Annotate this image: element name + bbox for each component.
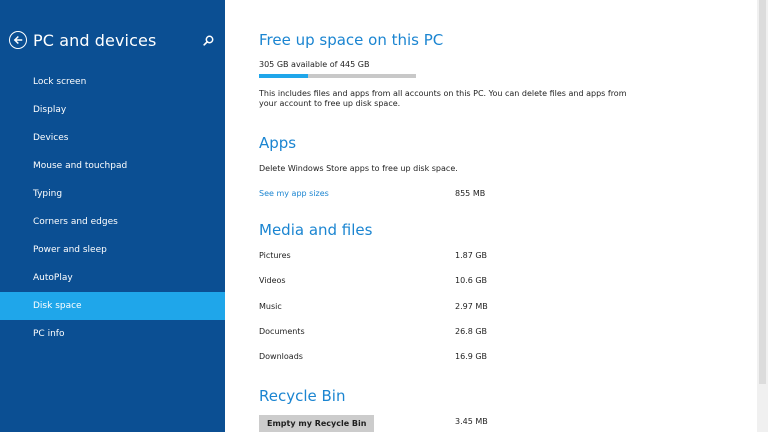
empty-recycle-bin-button[interactable]: Empty my Recycle Bin — [259, 415, 375, 432]
search-button[interactable] — [201, 33, 215, 47]
media-row-pictures-size: 1.87 GB — [455, 251, 488, 260]
search-icon — [202, 35, 213, 46]
storage-progress-fill — [259, 74, 309, 78]
sidebar-item-power-and-sleep[interactable]: Power and sleep — [0, 236, 225, 264]
sidebar-title: PC and devices — [33, 30, 157, 50]
sidebar-header: PC and devices — [9, 27, 215, 53]
free-space-title: Free up space on this PC — [259, 31, 444, 49]
apps-size: 855 MB — [455, 189, 486, 198]
sidebar-item-display[interactable]: Display — [0, 96, 225, 124]
settings-window: PC and devices Lock screen Display Devic… — [0, 0, 768, 432]
recycle-bin-size: 3.45 MB — [455, 417, 488, 426]
sidebar-item-devices[interactable]: Devices — [0, 124, 225, 152]
sidebar-item-mouse-and-touchpad[interactable]: Mouse and touchpad — [0, 152, 225, 180]
media-row-downloads-size: 16.9 GB — [455, 352, 488, 361]
storage-progress-bar — [259, 74, 416, 78]
sidebar-nav: Lock screen Display Devices Mouse and to… — [0, 68, 225, 348]
sidebar: PC and devices Lock screen Display Devic… — [0, 0, 225, 432]
back-button[interactable] — [9, 31, 27, 49]
free-space-description-line1: This includes files and apps from all ac… — [259, 89, 627, 98]
sidebar-item-typing[interactable]: Typing — [0, 180, 225, 208]
storage-text: 305 GB available of 445 GB — [259, 60, 370, 69]
free-space-description-line2: your account to free up disk space. — [259, 99, 401, 108]
scrollbar-thumb[interactable] — [759, 0, 766, 384]
sidebar-item-corners-and-edges[interactable]: Corners and edges — [0, 208, 225, 236]
apps-description: Delete Windows Store apps to free up dis… — [259, 164, 458, 173]
apps-title: Apps — [259, 134, 297, 152]
media-row-videos-label: Videos — [259, 276, 286, 285]
vertical-scrollbar[interactable] — [757, 0, 768, 432]
media-row-documents-label: Documents — [259, 327, 305, 336]
media-row-music-size: 2.97 MB — [455, 302, 488, 311]
sidebar-item-lock-screen[interactable]: Lock screen — [0, 68, 225, 96]
media-row-music-label: Music — [259, 302, 282, 311]
sidebar-item-disk-space[interactable]: Disk space — [0, 292, 225, 320]
see-my-app-sizes-link[interactable]: See my app sizes — [259, 189, 329, 198]
media-row-pictures-label: Pictures — [259, 251, 291, 260]
media-files-title: Media and files — [259, 221, 373, 239]
media-row-videos-size: 10.6 GB — [455, 276, 488, 285]
sidebar-item-pc-info[interactable]: PC info — [0, 320, 225, 348]
main-content: Free up space on this PC 305 GB availabl… — [225, 0, 768, 432]
sidebar-item-autoplay[interactable]: AutoPlay — [0, 264, 225, 292]
recycle-bin-title: Recycle Bin — [259, 387, 346, 405]
back-arrow-icon — [13, 35, 23, 45]
media-row-downloads-label: Downloads — [259, 352, 303, 361]
media-row-documents-size: 26.8 GB — [455, 327, 488, 336]
